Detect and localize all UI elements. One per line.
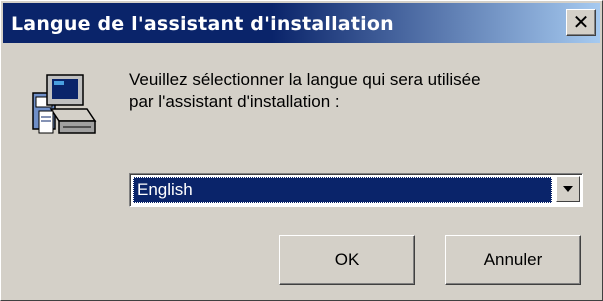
close-icon: ✕: [572, 10, 590, 34]
dropdown-button[interactable]: [556, 176, 580, 202]
instruction-line-1: Veuillez sélectionner la langue qui sera…: [129, 70, 481, 89]
close-button[interactable]: ✕: [566, 9, 596, 36]
cancel-button[interactable]: Annuler: [445, 235, 581, 285]
setup-computer-icon: [32, 74, 97, 134]
window-title: Langue de l'assistant d'installation: [11, 13, 394, 35]
ok-button[interactable]: OK: [279, 235, 415, 285]
setup-language-dialog: Langue de l'assistant d'installation ✕ V…: [0, 0, 603, 301]
instruction-line-2: par l'assistant d'installation :: [129, 92, 340, 111]
title-bar[interactable]: Langue de l'assistant d'installation ✕: [3, 3, 600, 43]
chevron-down-icon: [563, 186, 573, 192]
language-select-value[interactable]: English: [133, 177, 552, 203]
language-select[interactable]: English: [129, 173, 583, 207]
instruction-text: Veuillez sélectionner la langue qui sera…: [129, 69, 579, 113]
